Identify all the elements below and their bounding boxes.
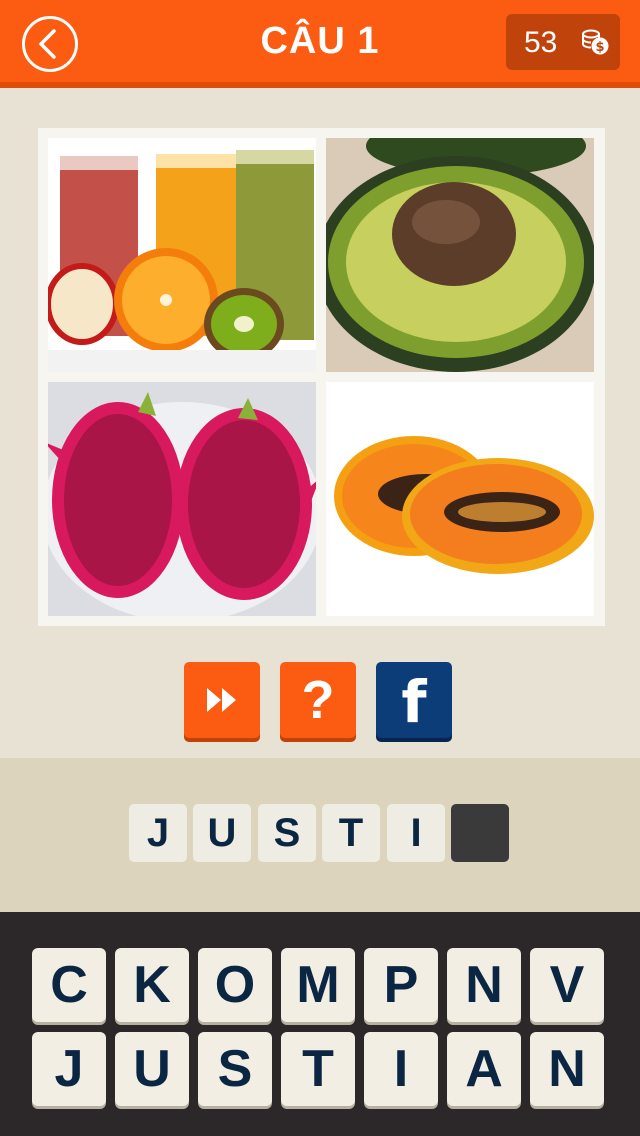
letter-key[interactable]: J <box>32 1032 106 1106</box>
answer-slot[interactable]: I <box>387 804 445 862</box>
letter-key[interactable]: M <box>281 948 355 1022</box>
facebook-share-button[interactable]: f <box>376 662 452 738</box>
header-bar: CÂU 1 53 $ <box>0 0 640 88</box>
coins-stack-icon: $ <box>582 29 609 55</box>
letter-key[interactable]: C <box>32 948 106 1022</box>
letter-key[interactable]: V <box>530 948 604 1022</box>
letter-key[interactable]: P <box>364 948 438 1022</box>
answer-slot[interactable]: T <box>322 804 380 862</box>
letter-key[interactable]: N <box>447 948 521 1022</box>
letter-keyboard: C K O M P N V J U S T I A N <box>0 912 640 1136</box>
answer-slot[interactable]: J <box>129 804 187 862</box>
photo-dragon-fruit[interactable] <box>48 382 316 616</box>
answer-area: J U S T I <box>0 758 640 912</box>
answer-slot-empty[interactable] <box>451 804 509 862</box>
letter-key[interactable]: I <box>364 1032 438 1106</box>
letter-key[interactable]: T <box>281 1032 355 1106</box>
answer-slot[interactable]: S <box>258 804 316 862</box>
letter-key[interactable]: S <box>198 1032 272 1106</box>
letter-key[interactable]: N <box>530 1032 604 1106</box>
photo-juice-fruits[interactable] <box>48 138 316 372</box>
photo-grid <box>38 128 605 626</box>
fast-forward-icon <box>207 688 236 712</box>
hint-button[interactable]: ? <box>280 662 356 738</box>
photo-papaya[interactable] <box>326 382 594 616</box>
photo-avocado[interactable] <box>326 138 594 372</box>
answer-slot[interactable]: U <box>193 804 251 862</box>
letter-key[interactable]: U <box>115 1032 189 1106</box>
svg-text:$: $ <box>595 40 604 55</box>
letter-key[interactable]: A <box>447 1032 521 1106</box>
letter-key[interactable]: O <box>198 948 272 1022</box>
skip-button[interactable] <box>184 662 260 738</box>
letter-key[interactable]: K <box>115 948 189 1022</box>
coin-balance-button[interactable]: 53 $ <box>506 14 620 70</box>
coin-count: 53 <box>524 26 558 59</box>
